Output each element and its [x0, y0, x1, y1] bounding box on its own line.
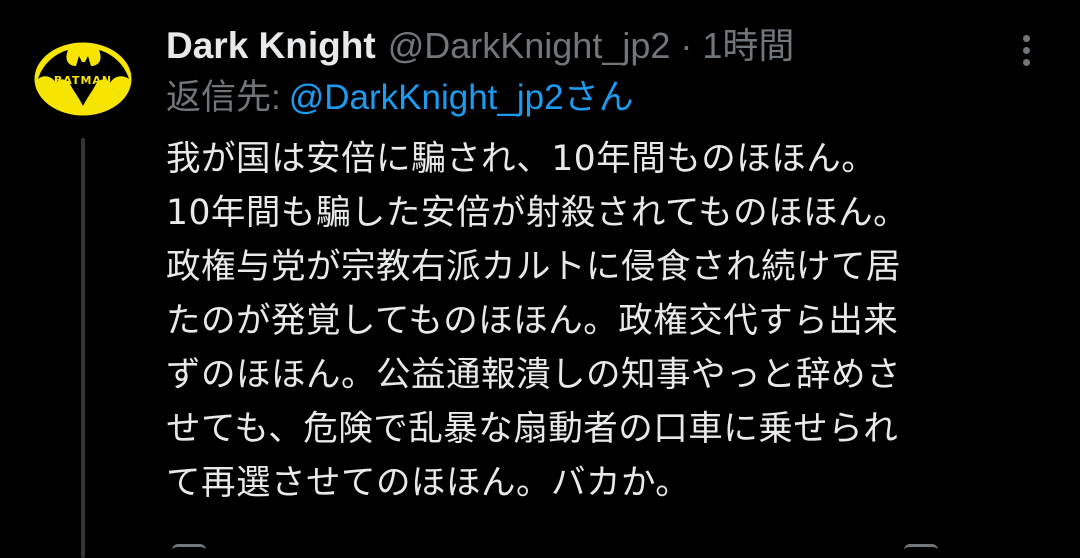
reply-icon[interactable] [172, 544, 206, 552]
tweet-action-bar [166, 540, 1046, 552]
reply-target-link[interactable]: @DarkKnight_jp2さん [289, 78, 634, 117]
more-options-button[interactable] [1004, 28, 1048, 72]
avatar-logo-text: BATMAN [54, 74, 112, 87]
tweet-body-line: ずのほほん。公益通報潰しの知事やっと辞めさ [166, 355, 901, 395]
tweet-content: Dark Knight @DarkKnight_jp2 · 1時間 返信先: @D… [166, 20, 1046, 510]
separator-dot: · [680, 25, 693, 66]
more-vertical-icon [1022, 34, 1030, 42]
reply-prefix: 返信先: [166, 78, 281, 117]
tweet[interactable]: BATMAN Dark Knight @DarkKnight_jp2 · 1時間… [0, 0, 1080, 558]
display-name[interactable]: Dark Knight [166, 20, 376, 72]
reply-to: 返信先: @DarkKnight_jp2さん [166, 72, 1046, 124]
more-vertical-icon-dot [1022, 58, 1030, 66]
share-icon[interactable] [904, 544, 938, 552]
tweet-header: Dark Knight @DarkKnight_jp2 · 1時間 [166, 20, 1046, 72]
tweet-body-line: せても、危険で乱暴な扇動者の口車に乗せられ [166, 409, 899, 449]
tweet-body: 我が国は安倍に騙され、10年間ものほほん。 10年間も騙した安倍が射殺されてもの… [166, 132, 1046, 510]
batman-logo-icon: BATMAN [31, 39, 135, 119]
tweet-body-line: たのが発覚してものほほん。政権交代すら出来 [166, 301, 899, 341]
user-handle[interactable]: @DarkKnight_jp2 [388, 20, 671, 72]
more-vertical-icon-dot [1022, 46, 1030, 54]
tweet-body-line: 我が国は安倍に騙され、10年間ものほほん。 [166, 139, 877, 179]
thread-line [81, 138, 85, 558]
tweet-body-line: 10年間も騙した安倍が射殺されてものほほん。 [166, 193, 909, 233]
tweet-body-line: 政権与党が宗教右派カルトに侵食され続けて居 [166, 247, 901, 287]
tweet-body-line: て再選させてのほほん。バカか。 [166, 463, 691, 503]
avatar[interactable]: BATMAN [30, 26, 136, 132]
avatar-column: BATMAN [30, 26, 140, 558]
timestamp[interactable]: 1時間 [702, 20, 794, 72]
